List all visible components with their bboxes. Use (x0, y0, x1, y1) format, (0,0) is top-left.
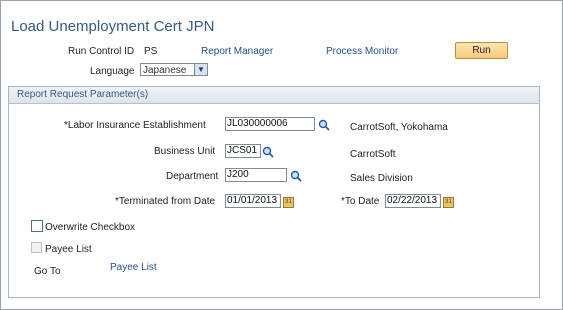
labor-insurance-input[interactable]: JL030000006 (225, 117, 315, 131)
department-input[interactable]: J200 (225, 168, 287, 182)
search-icon[interactable] (262, 146, 274, 158)
department-description: Sales Division (350, 173, 413, 184)
calendar-icon[interactable]: 31 (283, 197, 294, 208)
department-label: Department (166, 171, 219, 182)
report-manager-link[interactable]: Report Manager (201, 46, 273, 57)
group-header: Report Request Parameter(s) (9, 87, 539, 104)
overwrite-checkbox[interactable] (31, 220, 43, 232)
group-title: Report Request Parameter(s) (17, 89, 149, 100)
overwrite-checkbox-label: Overwrite Checkbox (45, 222, 136, 233)
language-selected: Japanese (143, 65, 187, 76)
run-button[interactable]: Run (455, 42, 508, 59)
to-date-input[interactable]: 02/22/2013 (385, 194, 441, 208)
search-icon[interactable] (290, 170, 302, 182)
labor-insurance-description: CarrotSoft, Yokohama (350, 122, 448, 133)
calendar-icon[interactable]: 31 (443, 197, 454, 208)
business-unit-label: Business Unit (154, 146, 216, 157)
payee-list-checkbox-label: Payee List (45, 244, 92, 255)
language-select[interactable]: Japanese ▼ (140, 63, 208, 76)
chevron-down-icon[interactable]: ▼ (194, 64, 207, 75)
business-unit-input[interactable]: JCS01 (225, 144, 261, 158)
terminated-from-date-input[interactable]: 01/01/2013 (225, 194, 281, 208)
page-title: Load Unemployment Cert JPN (11, 18, 215, 35)
process-monitor-link[interactable]: Process Monitor (326, 46, 398, 57)
run-control-label: Run Control ID (68, 46, 135, 57)
go-to-label: Go To (34, 266, 61, 277)
run-control-value: PS (144, 46, 158, 57)
payee-list-link[interactable]: Payee List (110, 262, 157, 273)
labor-insurance-label: *Labor Insurance Establishment (64, 120, 206, 131)
payee-list-checkbox[interactable] (31, 242, 42, 253)
language-label: Language (90, 66, 135, 77)
terminated-from-date-label: *Terminated from Date (115, 196, 216, 207)
business-unit-description: CarrotSoft (350, 149, 396, 160)
to-date-label: *To Date (341, 196, 380, 207)
search-icon[interactable] (318, 119, 330, 131)
